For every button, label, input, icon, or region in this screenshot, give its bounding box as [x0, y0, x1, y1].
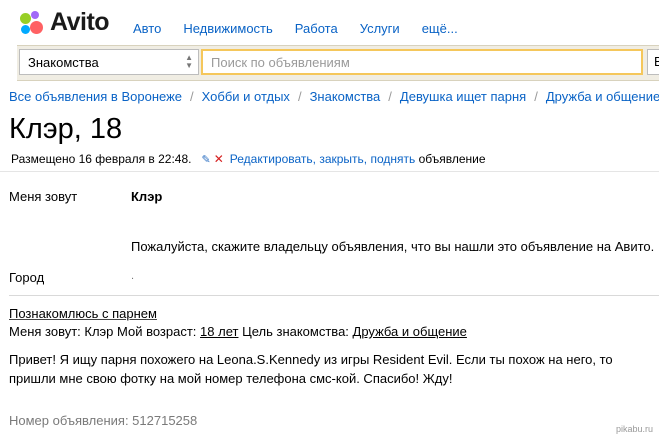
breadcrumb-girl-seeks-guy[interactable]: Девушка ищет парня	[400, 89, 526, 104]
meta-goal-label: Цель знакомства:	[242, 324, 349, 339]
avito-logo-icon	[18, 10, 44, 36]
close-icon[interactable]: ✕	[214, 152, 224, 166]
divider	[0, 171, 659, 172]
page-title: Клэр, 18	[9, 113, 123, 145]
nav-services[interactable]: Услуги	[360, 21, 400, 36]
edit-close-raise-link[interactable]: Редактировать, закрыть, поднять	[230, 152, 415, 166]
category-select-value: Знакомства	[28, 55, 99, 70]
top-navigation: Авто Недвижимость Работа Услуги ещё...	[133, 21, 480, 36]
search-bar: Знакомства ▲▼ В	[17, 45, 659, 81]
city-value: .	[131, 270, 135, 282]
divider	[9, 295, 659, 296]
category-select[interactable]: Знакомства ▲ ▼	[19, 49, 199, 75]
breadcrumb-friendship[interactable]: Дружба и общение	[546, 89, 659, 104]
nav-realty[interactable]: Недвижимость	[183, 21, 272, 36]
nav-more[interactable]: ещё...	[422, 21, 458, 36]
breadcrumb-separator: /	[534, 89, 538, 104]
name-value: Клэр	[131, 189, 163, 204]
breadcrumb-hobby[interactable]: Хобби и отдых	[202, 89, 290, 104]
watermark: pikabu.ru	[615, 424, 653, 434]
ad-number: Номер объявления: 512715258	[9, 413, 198, 428]
meta-goal: Дружба и общение	[352, 324, 467, 339]
posted-tail: объявление	[418, 152, 486, 166]
breadcrumb-separator: /	[297, 89, 302, 104]
breadcrumb: Все объявления в Воронеже / Хобби и отдых /…	[9, 89, 659, 104]
nav-jobs[interactable]: Работа	[295, 21, 338, 36]
name-label: Меня зовут	[9, 189, 78, 204]
avito-logo[interactable]: Avito	[18, 8, 110, 37]
search-input[interactable]	[201, 49, 643, 75]
description-body: Привет! Я ищу парня похожего на Leona.S.…	[9, 352, 613, 386]
meta-prefix: Меня зовут: Клэр Мой возраст:	[9, 324, 197, 339]
breadcrumb-dating[interactable]: Знакомства	[310, 89, 381, 104]
city-label: Город	[9, 270, 45, 285]
pencil-icon[interactable]: ✎	[201, 154, 210, 166]
logo-text: Avito	[50, 8, 110, 36]
location-select-value: В	[654, 54, 659, 69]
breadcrumb-all-ads[interactable]: Все объявления в Воронеже	[9, 89, 182, 104]
description-title: Познакомлюсь с парнем	[9, 306, 157, 321]
meta-age: 18 лет	[200, 324, 239, 339]
breadcrumb-separator: /	[190, 89, 194, 104]
posted-info: Размещено 16 февраля в 22:48. ✎ ✕ Редактиро…	[11, 152, 486, 166]
notice-text: Пожалуйста, скажите владельцу объявления…	[131, 239, 655, 254]
nav-auto[interactable]: Авто	[133, 21, 161, 36]
location-select[interactable]: В	[647, 49, 659, 75]
select-arrows-icon: ▲ ▼	[185, 53, 193, 70]
posted-date: Размещено 16 февраля в 22:48.	[11, 152, 192, 166]
breadcrumb-separator: /	[388, 89, 392, 104]
description-meta: Меня зовут: Клэр Мой возраст: 18 лет Цел…	[9, 324, 467, 339]
